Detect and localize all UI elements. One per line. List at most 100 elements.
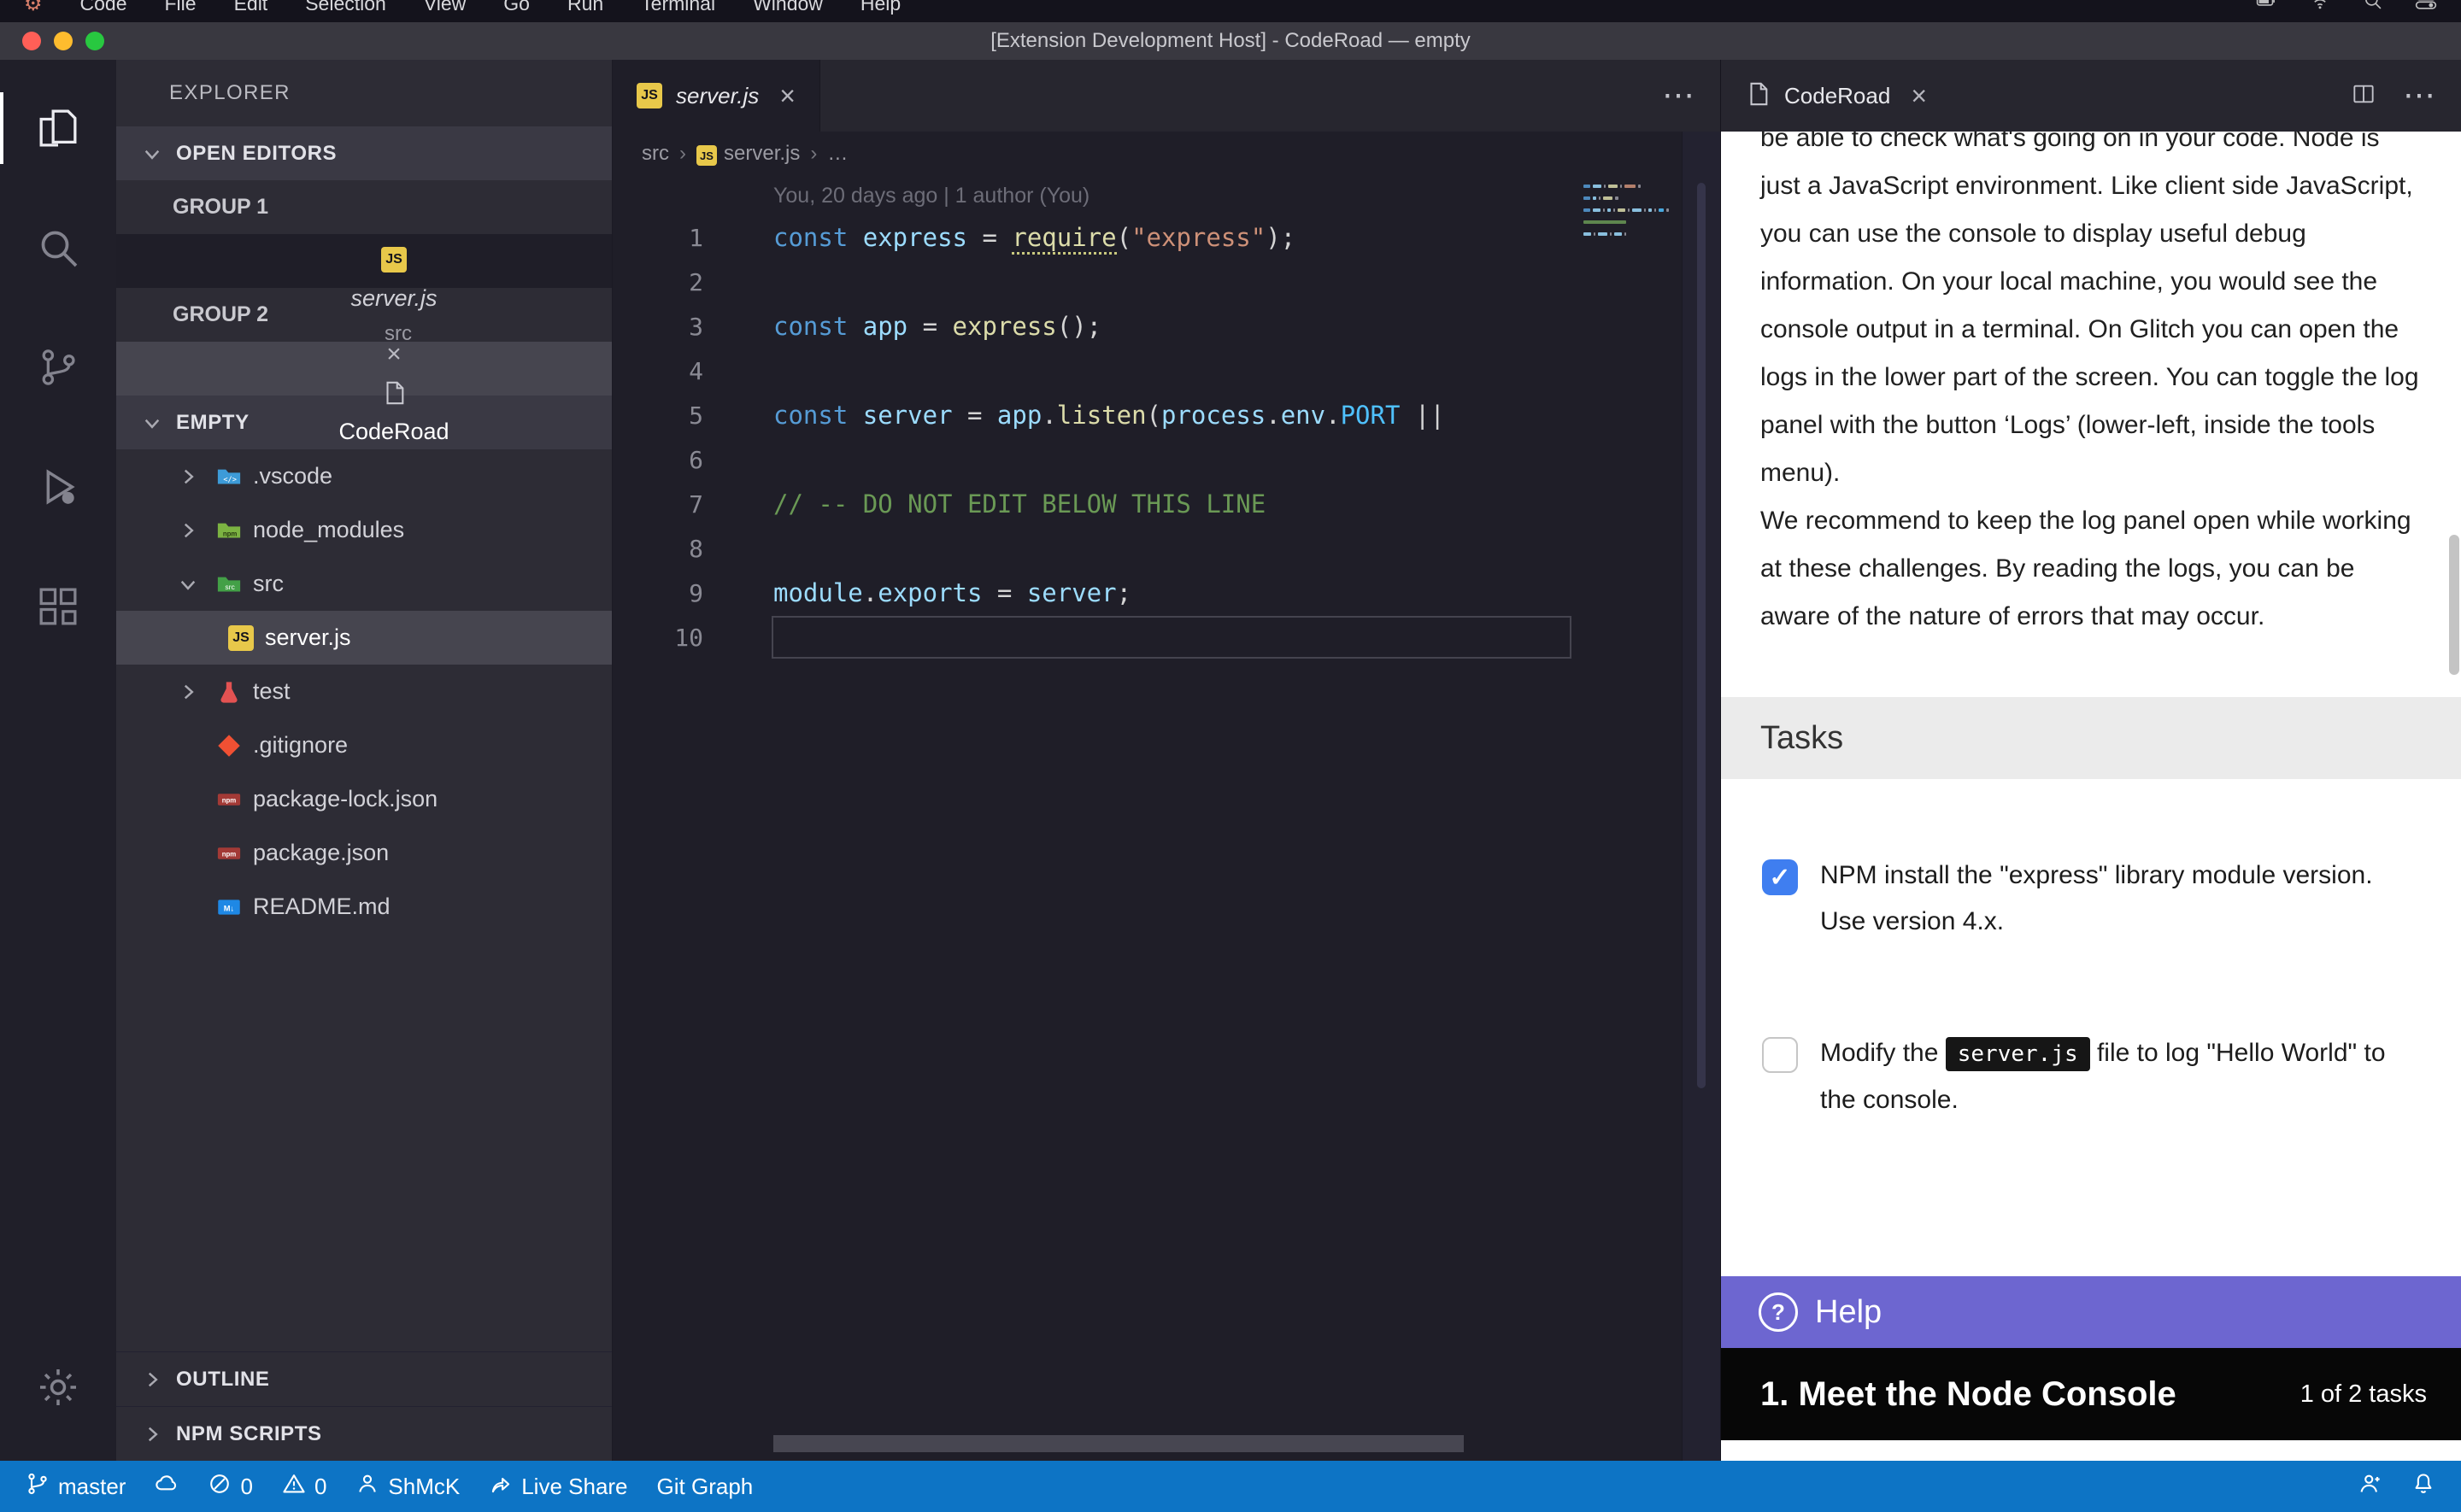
line-number: 8	[613, 535, 732, 563]
code-line-2[interactable]: 2	[613, 260, 1683, 304]
app-menu-icon[interactable]: ⚙	[24, 0, 43, 16]
tree-item-src[interactable]: srcsrc	[116, 557, 612, 611]
chevron-right-icon[interactable]	[171, 681, 205, 703]
window-title-bar[interactable]: [Extension Development Host] - CodeRoad …	[0, 22, 2461, 60]
menu-run[interactable]: Run	[567, 0, 603, 15]
editor-scrollbar-thumb[interactable]	[1697, 183, 1706, 1088]
status-bell[interactable]	[2411, 1472, 2435, 1502]
tree-item-server-js[interactable]: JSserver.js	[116, 611, 612, 665]
code-line-9[interactable]: 9module.exports = server;	[613, 571, 1683, 615]
chevron-right-icon[interactable]	[135, 1423, 169, 1445]
tab-coderoad[interactable]: CodeRoad ×	[1721, 60, 1951, 132]
code-line-4[interactable]: 4	[613, 349, 1683, 393]
status-live-share[interactable]: Live Share	[489, 1472, 627, 1502]
menu-selection[interactable]: Selection	[305, 0, 386, 15]
tree-item-package-lock-json[interactable]: npmpackage-lock.json	[116, 772, 612, 826]
tab-server-js[interactable]: JS server.js ×	[613, 60, 820, 132]
menu-edit[interactable]: Edit	[234, 0, 268, 15]
chevron-right-icon[interactable]	[135, 1368, 169, 1391]
readme-file-icon: M↓	[214, 892, 244, 923]
editor-scrollbar-column[interactable]	[1682, 132, 1720, 1461]
menu-terminal[interactable]: Terminal	[641, 0, 715, 15]
panel-tab-close-icon[interactable]: ×	[1911, 82, 1927, 109]
code-line-1[interactable]: 1const express = require("express");	[613, 215, 1683, 260]
code-line-6[interactable]: 6	[613, 437, 1683, 482]
chevron-down-icon[interactable]	[135, 143, 169, 165]
menu-help[interactable]: Help	[860, 0, 901, 15]
zoom-window-button[interactable]	[85, 32, 104, 50]
chevron-right-icon[interactable]	[171, 466, 205, 488]
editor-more-actions-icon[interactable]: ⋯	[1662, 79, 1695, 112]
open-editor-coderoad[interactable]: ×CodeRoad	[116, 342, 612, 396]
breadcrumb-[interactable]: …	[827, 142, 848, 166]
bell-icon	[2411, 1472, 2435, 1502]
status-0[interactable]: 0	[208, 1472, 252, 1502]
breadcrumb-src[interactable]: src	[642, 142, 669, 166]
code-line-3[interactable]: 3const app = express();	[613, 304, 1683, 349]
code-line-8[interactable]: 8	[613, 526, 1683, 571]
status-shmck[interactable]: ShMcK	[355, 1472, 460, 1502]
menu-go[interactable]: Go	[503, 0, 530, 15]
source-control-icon[interactable]	[0, 308, 116, 427]
close-window-button[interactable]	[22, 32, 41, 50]
menubar-spotlight-search-icon[interactable]	[2362, 0, 2384, 17]
code-line-5[interactable]: 5const server = app.listen(process.env.P…	[613, 393, 1683, 437]
menubar-battery-icon[interactable]	[2256, 0, 2278, 17]
tree-item-package-json[interactable]: npmpackage.json	[116, 826, 612, 880]
status-person-add[interactable]	[2358, 1472, 2382, 1502]
panel-more-actions-icon[interactable]: ⋯	[2403, 79, 2435, 112]
status-master[interactable]: master	[26, 1472, 126, 1502]
run-debug-icon[interactable]	[0, 427, 116, 547]
status-git-graph[interactable]: Git Graph	[657, 1474, 754, 1500]
panel-scrollbar-thumb[interactable]	[2449, 535, 2459, 675]
status-cloud[interactable]	[155, 1472, 179, 1502]
label: node_modules	[253, 517, 404, 543]
split-editor-icon[interactable]	[2350, 80, 2377, 112]
section-header-outline[interactable]: OUTLINE	[116, 1351, 612, 1406]
code-line-10[interactable]: 10	[613, 615, 1683, 659]
close-editor-icon[interactable]: ×	[379, 342, 409, 367]
task-checkbox-unchecked[interactable]	[1762, 1037, 1798, 1073]
help-bar[interactable]: ? Help	[1721, 1276, 2461, 1348]
section-header-npm-scripts[interactable]: NPM SCRIPTS	[116, 1406, 612, 1461]
macos-menu-bar: ⚙ Code File Edit Selection View Go Run Terminal…	[0, 0, 2461, 22]
status-0[interactable]: 0	[282, 1472, 326, 1502]
tree-item-gitignore[interactable]: .gitignore	[116, 718, 612, 772]
tree-item-test[interactable]: test	[116, 665, 612, 718]
vscode-file-icon: </>	[214, 461, 244, 492]
traffic-lights	[22, 32, 104, 50]
breadcrumb-server-js[interactable]: JSserver.js	[696, 142, 800, 167]
breadcrumb: src›JSserver.js›…	[613, 132, 1720, 176]
label: test	[253, 678, 291, 705]
minimize-window-button[interactable]	[54, 32, 73, 50]
chevron-down-icon[interactable]	[135, 412, 169, 434]
open-editor-server-js[interactable]: JSserver.jssrc	[116, 234, 612, 288]
menu-file[interactable]: File	[165, 0, 197, 15]
settings-icon[interactable]	[0, 1327, 116, 1447]
tree-item-node-modules[interactable]: npmnode_modules	[116, 503, 612, 557]
tree-item-readme-md[interactable]: M↓README.md	[116, 880, 612, 934]
js-file-icon: JS	[226, 623, 256, 653]
minimap[interactable]	[1583, 181, 1677, 242]
menu-view[interactable]: View	[424, 0, 466, 15]
chevron-right-icon[interactable]	[171, 519, 205, 542]
panel-bottom-spacer	[1721, 1440, 2461, 1461]
coderoad-content: be able to check what's going on in your…	[1721, 132, 2461, 1276]
extensions-icon[interactable]	[0, 547, 116, 666]
task-checkbox-checked[interactable]: ✓	[1762, 859, 1798, 895]
tab-close-icon[interactable]: ×	[779, 82, 796, 109]
horizontal-scrollbar[interactable]	[773, 1435, 1464, 1452]
section-header-open-editors[interactable]: OPEN EDITORS	[116, 126, 612, 180]
search-icon[interactable]	[0, 188, 116, 308]
label: OPEN EDITORS	[176, 142, 337, 166]
chevron-down-icon[interactable]	[171, 573, 205, 595]
code-editor[interactable]: You, 20 days ago | 1 author (You) 1const…	[613, 176, 1683, 1461]
menu-code[interactable]: Code	[80, 0, 127, 15]
explorer-icon[interactable]	[0, 68, 116, 188]
code-line-7[interactable]: 7// -- DO NOT EDIT BELOW THIS LINE	[613, 482, 1683, 526]
menubar-wifi-icon[interactable]	[2309, 0, 2331, 17]
tree-item-vscode[interactable]: </>.vscode	[116, 449, 612, 503]
menu-window[interactable]: Window	[753, 0, 823, 15]
screen: ⚙ Code File Edit Selection View Go Run Terminal…	[0, 0, 2461, 1512]
menubar-control-center-icon[interactable]	[2415, 0, 2437, 17]
